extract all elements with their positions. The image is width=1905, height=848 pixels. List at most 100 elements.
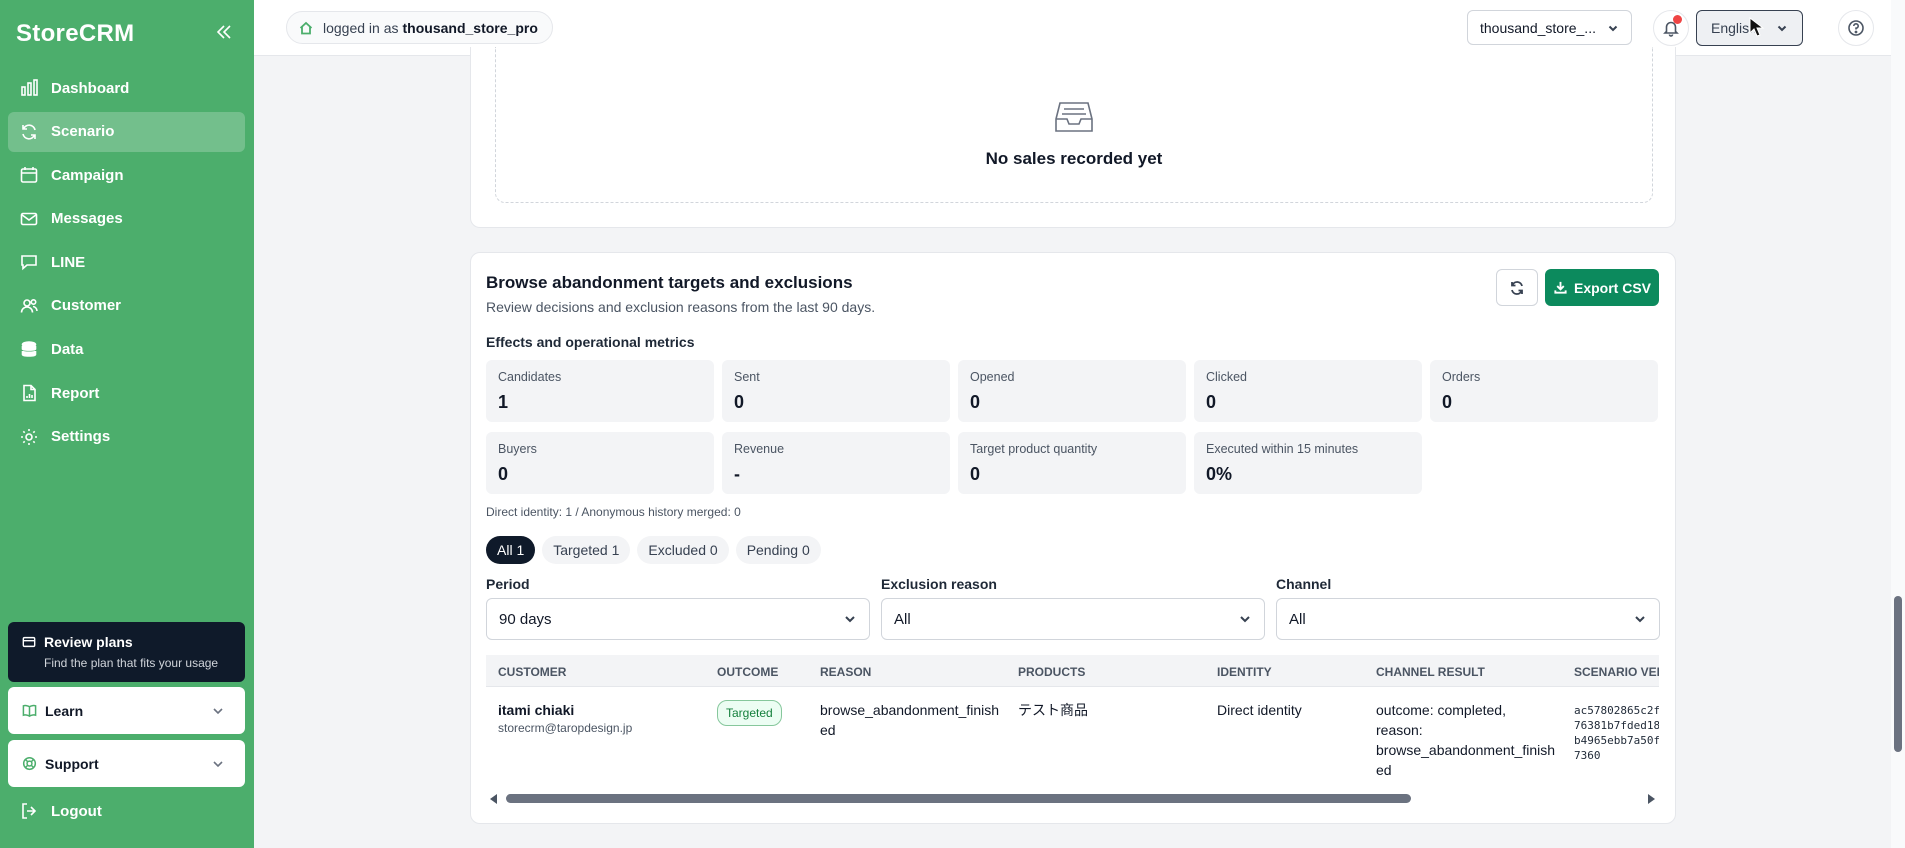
filter-chip-targeted[interactable]: Targeted 1 xyxy=(542,536,631,564)
scrollbar-thumb[interactable] xyxy=(506,794,1411,803)
period-select[interactable]: 90 days xyxy=(486,598,870,640)
reason-line: browse_abandonment_finish xyxy=(820,702,1000,718)
cell-scenario-version: ac57802865c2f 76381b7fded18 b4965ebb7a50… xyxy=(1574,703,1659,763)
sidebar-item-label: Scenario xyxy=(51,123,115,141)
metric-label: Opened xyxy=(970,370,1015,384)
sidebar-item-settings[interactable]: Settings xyxy=(8,417,245,457)
logout-icon xyxy=(22,803,37,819)
review-plans-card[interactable]: Review plans Find the plan that fits you… xyxy=(8,622,245,682)
store-select-value: thousand_store_... xyxy=(1480,19,1596,36)
question-circle-icon xyxy=(1848,20,1864,36)
calendar-icon xyxy=(19,165,39,185)
refresh-icon xyxy=(1511,280,1523,295)
exclusion-reason-value: All xyxy=(894,610,911,628)
learn-accordion[interactable]: Learn xyxy=(8,687,245,734)
sidebar-nav: Dashboard Scenario Campaign Messages LIN… xyxy=(8,68,245,460)
metric-value: 1 xyxy=(498,392,509,412)
sidebar-item-label: LINE xyxy=(51,253,86,271)
export-csv-button[interactable]: Export CSV xyxy=(1545,269,1659,306)
chevron-down-icon xyxy=(1777,25,1787,32)
logged-in-user: thousand_store_pro xyxy=(402,19,538,36)
cell-products: テスト商品 xyxy=(1018,702,1088,718)
channel-line: ed xyxy=(1376,762,1392,778)
metric-label: Clicked xyxy=(1206,370,1247,384)
col-scenario-version: SCENARIO VER xyxy=(1574,665,1659,679)
sidebar-item-label: Settings xyxy=(51,428,111,446)
scrollbar-thumb[interactable] xyxy=(1894,596,1902,752)
empty-message: No sales recorded yet xyxy=(985,148,1163,168)
metric-value: - xyxy=(734,464,740,484)
sidebar-item-line[interactable]: LINE xyxy=(8,242,245,282)
metric-value: 0 xyxy=(734,392,745,412)
col-channel-result: CHANNEL RESULT xyxy=(1376,665,1485,679)
sidebar-item-scenario[interactable]: Scenario xyxy=(8,111,245,152)
channel-select[interactable]: All xyxy=(1276,598,1660,640)
targets-table: CUSTOMER OUTCOME REASON PRODUCTS IDENTIT… xyxy=(486,655,1659,787)
logout-label: Logout xyxy=(51,802,102,820)
notifications-button[interactable] xyxy=(1653,10,1689,46)
col-customer: CUSTOMER xyxy=(498,665,567,679)
metric-label: Orders xyxy=(1442,370,1481,384)
chevron-down-icon xyxy=(1635,616,1645,623)
metric-buyers: Buyers 0 xyxy=(486,432,714,494)
customer-name: itami chiaki xyxy=(498,702,575,718)
sidebar-item-dashboard[interactable]: Dashboard xyxy=(8,68,245,108)
sidebar-item-label: Dashboard xyxy=(51,79,130,97)
filter-chip-pending[interactable]: Pending 0 xyxy=(735,536,821,564)
help-button[interactable] xyxy=(1838,10,1874,46)
metric-label: Sent xyxy=(734,370,760,384)
sidebar-item-label: Report xyxy=(51,384,100,402)
exclusion-reason-select[interactable]: All xyxy=(881,598,1265,640)
credit-card-icon xyxy=(22,636,36,648)
channel-label: Channel xyxy=(1276,576,1332,592)
metric-orders: Orders 0 xyxy=(1430,360,1658,422)
table-horizontal-scrollbar[interactable] xyxy=(486,791,1659,807)
document-icon xyxy=(19,383,39,403)
metric-revenue: Revenue - xyxy=(722,432,950,494)
metric-clicked: Clicked 0 xyxy=(1194,360,1422,422)
sidebar-item-label: Campaign xyxy=(51,166,124,184)
store-select[interactable]: thousand_store_... xyxy=(1467,10,1632,45)
col-products: PRODUCTS xyxy=(1018,665,1086,679)
chevron-down-icon xyxy=(845,616,855,623)
version-line: 76381b7fded18 xyxy=(1574,719,1659,732)
filter-chip-all[interactable]: All 1 xyxy=(486,536,536,564)
exclusion-reason-label: Exclusion reason xyxy=(881,576,997,592)
outcome-badge: Targeted xyxy=(717,700,782,726)
sidebar-item-label: Messages xyxy=(51,210,123,228)
card-subtitle: Review decisions and exclusion reasons f… xyxy=(486,299,876,315)
home-icon xyxy=(299,21,313,34)
page-vertical-scrollbar[interactable] xyxy=(1891,0,1905,848)
chevron-down-icon xyxy=(1608,25,1618,31)
sidebar-item-data[interactable]: Data xyxy=(8,330,245,370)
metric-value: 0 xyxy=(498,464,509,484)
sidebar-item-campaign[interactable]: Campaign xyxy=(8,155,245,195)
metric-sent: Sent 0 xyxy=(722,360,950,422)
scroll-left-arrow-icon[interactable] xyxy=(490,794,497,804)
channel-line: reason: xyxy=(1376,722,1423,738)
scroll-right-arrow-icon[interactable] xyxy=(1648,794,1655,804)
metric-executed-within-15-minutes: Executed within 15 minutes 0% xyxy=(1194,432,1422,494)
refresh-button[interactable] xyxy=(1496,269,1538,306)
support-accordion[interactable]: Support xyxy=(8,740,245,787)
col-reason: REASON xyxy=(820,665,872,679)
col-outcome: OUTCOME xyxy=(717,665,779,679)
metric-value: 0 xyxy=(1206,392,1217,412)
cell-identity: Direct identity xyxy=(1217,702,1302,718)
reason-line: ed xyxy=(820,722,836,738)
logout-button[interactable]: Logout xyxy=(19,801,102,821)
notification-dot xyxy=(1673,15,1682,24)
logged-in-badge[interactable]: logged in as thousand_store_pro xyxy=(286,11,553,44)
chat-bubble-icon xyxy=(19,252,39,272)
sidebar-item-messages[interactable]: Messages xyxy=(8,199,245,239)
period-label: Period xyxy=(486,576,530,592)
refresh-cycle-icon xyxy=(19,122,39,142)
sidebar-item-label: Data xyxy=(51,341,84,359)
inbox-icon xyxy=(1055,101,1093,132)
sidebar-item-customer[interactable]: Customer xyxy=(8,286,245,326)
filter-chip-excluded[interactable]: Excluded 0 xyxy=(637,536,729,564)
version-line: ac57802865c2f xyxy=(1574,704,1659,717)
sidebar-item-report[interactable]: Report xyxy=(8,373,245,413)
logged-in-prefix: logged in as xyxy=(323,19,399,36)
collapse-sidebar-icon[interactable] xyxy=(214,22,234,42)
